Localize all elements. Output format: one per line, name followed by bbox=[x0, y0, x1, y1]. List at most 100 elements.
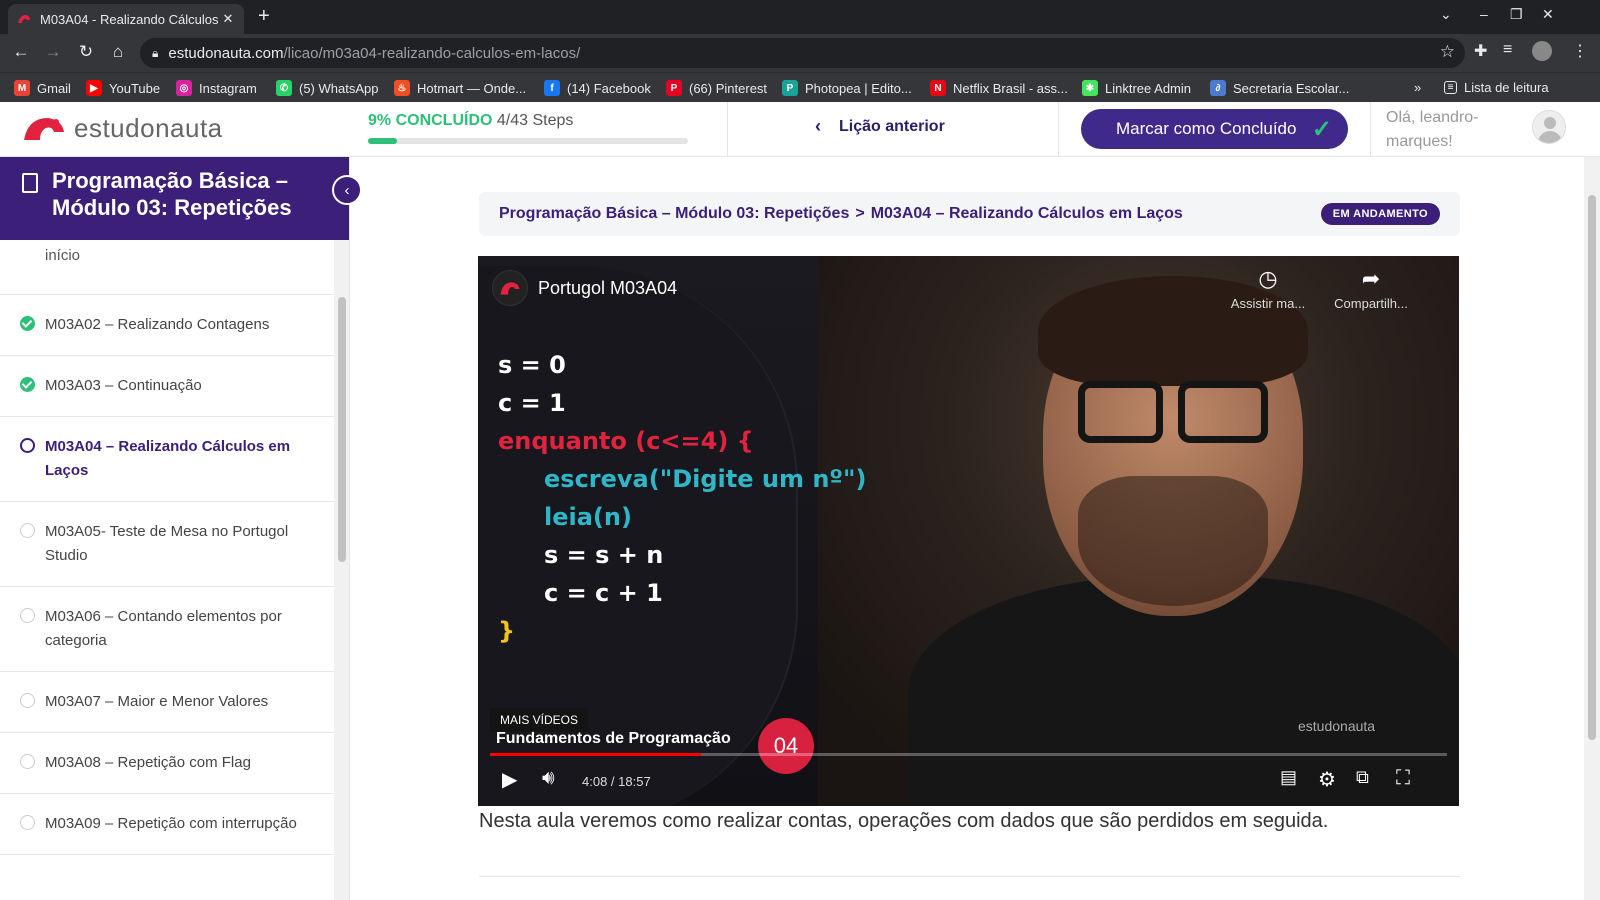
reading-list-icon: ≡ bbox=[1444, 81, 1457, 94]
tab-search-icon[interactable]: ⌄ bbox=[1440, 6, 1452, 23]
more-videos-button[interactable]: MAIS VÍDEOS bbox=[490, 708, 589, 732]
bookmark-star-icon[interactable]: ☆ bbox=[1440, 42, 1455, 62]
lesson-item[interactable]: M03A04 – Realizando Cálculos em Laços bbox=[0, 417, 334, 502]
reading-list-button[interactable]: ≡ Lista de leitura bbox=[1444, 80, 1549, 95]
progress-bar bbox=[368, 138, 688, 144]
channel-avatar[interactable] bbox=[492, 270, 528, 306]
media-control-icon[interactable]: ≡ bbox=[1503, 41, 1512, 59]
bookmark-label: (14) Facebook bbox=[567, 80, 651, 96]
bookmark-item[interactable]: ▶ YouTube bbox=[86, 80, 160, 96]
lesson-item[interactable]: M03A05- Teste de Mesa no Portugol Studio bbox=[0, 502, 334, 587]
lesson-item-partial[interactable]: início bbox=[0, 240, 334, 295]
bookmark-item[interactable]: ✆ (5) WhatsApp bbox=[276, 80, 378, 96]
user-avatar[interactable] bbox=[1532, 110, 1566, 144]
estudonauta-logo[interactable]: estudonauta bbox=[20, 112, 223, 144]
mark-complete-button[interactable]: Marcar como Concluído ✓ bbox=[1081, 109, 1348, 149]
module-title[interactable]: Programação Básica – Módulo 03: Repetiçõ… bbox=[52, 167, 322, 221]
fullscreen-icon[interactable]: ⛶ bbox=[1396, 767, 1410, 790]
extensions-icon[interactable]: ✚ bbox=[1474, 41, 1487, 61]
bookmark-item[interactable]: ◎ Instagram bbox=[176, 80, 257, 96]
back-icon[interactable]: ← bbox=[10, 42, 32, 62]
volume-icon[interactable]: 🔊︎ bbox=[542, 767, 555, 790]
browser-tab-strip: M03A04 - Realizando Cálculos ✕ + ⌄ – ❐ ✕ bbox=[0, 0, 1600, 34]
video-presenter-glasses bbox=[1178, 381, 1268, 443]
new-tab-button[interactable]: + bbox=[258, 5, 270, 28]
watch-later-button[interactable]: ◷ Assistir ma... bbox=[1223, 266, 1313, 311]
bookmark-item[interactable]: ♨ Hotmart — Onde... bbox=[394, 80, 526, 96]
share-icon: ➦ bbox=[1361, 266, 1381, 291]
breadcrumb-separator: > bbox=[855, 205, 865, 222]
bookmark-favicon-icon: N bbox=[930, 80, 946, 96]
code-line: c = 1 bbox=[498, 389, 566, 417]
maximize-icon[interactable]: ❐ bbox=[1510, 6, 1523, 23]
code-line: escreva("Digite um nº") bbox=[544, 465, 867, 493]
lesson-label: M03A09 – Repetição com interrupção bbox=[45, 815, 297, 832]
bookmark-favicon-icon: ♨ bbox=[394, 80, 410, 96]
browser-tab[interactable]: M03A04 - Realizando Cálculos ✕ bbox=[8, 4, 244, 34]
lesson-item[interactable]: M03A03 – Continuação bbox=[0, 356, 334, 417]
previous-lesson-link[interactable]: ‹ Lição anterior bbox=[815, 116, 945, 137]
lesson-item[interactable]: M03A06 – Contando elementos por categori… bbox=[0, 587, 334, 672]
previous-lesson-label: Lição anterior bbox=[839, 117, 945, 135]
status-circle-icon bbox=[20, 523, 35, 538]
lesson-item[interactable]: M03A02 – Realizando Contagens bbox=[0, 295, 334, 356]
share-label: Compartilh... bbox=[1334, 296, 1408, 311]
url-path: /licao/m03a04-realizando-calculos-em-lac… bbox=[283, 44, 581, 62]
reload-icon[interactable]: ↻ bbox=[75, 42, 97, 62]
bookmark-item[interactable]: N Netflix Brasil - ass... bbox=[930, 80, 1068, 96]
user-greeting: Olá, leandro-marques! bbox=[1386, 109, 1479, 150]
code-snippet: s = 0 c = 1 enquanto (c<=4) { escreva("D… bbox=[498, 346, 866, 650]
bookmark-favicon-icon: M bbox=[14, 80, 30, 96]
lesson-label: M03A06 – Contando elementos por categori… bbox=[45, 608, 282, 649]
bookmark-item[interactable]: P Photopea | Edito... bbox=[782, 80, 912, 96]
bookmarks-bar: M Gmail ▶ YouTube ◎ Instagram ✆ (5) WhatsApp ♨ Ho… bbox=[0, 72, 1600, 102]
minimize-icon[interactable]: – bbox=[1480, 6, 1488, 22]
lesson-sidebar: Programação Básica – Módulo 03: Repetiçõ… bbox=[0, 157, 350, 900]
code-line: leia(n) bbox=[544, 503, 632, 531]
video-time: 4:08 / 18:57 bbox=[582, 774, 651, 789]
bookmark-item[interactable]: ∂ Secretaria Escolar... bbox=[1210, 80, 1349, 96]
settings-gear-icon[interactable]: ⚙ bbox=[1318, 767, 1336, 792]
forward-icon[interactable]: → bbox=[42, 42, 64, 62]
lesson-item[interactable]: M03A08 – Repetição com Flag bbox=[0, 733, 334, 794]
bookmarks-overflow-icon[interactable]: » bbox=[1414, 80, 1421, 95]
subtitles-icon[interactable]: ▤ bbox=[1280, 767, 1297, 788]
watch-later-label: Assistir ma... bbox=[1230, 296, 1306, 311]
bookmark-favicon-icon: ∂ bbox=[1210, 80, 1226, 96]
menu-dots-icon[interactable]: ⋮ bbox=[1572, 41, 1588, 61]
status-circle-icon bbox=[20, 693, 35, 708]
tab-close-icon[interactable]: ✕ bbox=[220, 11, 236, 27]
video-title[interactable]: Portugol M03A04 bbox=[538, 278, 677, 299]
breadcrumb-lesson[interactable]: M03A04 – Realizando Cálculos em Laços bbox=[871, 205, 1183, 223]
divider bbox=[1058, 102, 1059, 157]
progress-steps: 4/43 Steps bbox=[496, 112, 574, 129]
bookmark-label: Gmail bbox=[37, 80, 71, 96]
bookmark-label: Hotmart — Onde... bbox=[417, 80, 527, 96]
bookmark-favicon-icon: ◎ bbox=[176, 80, 192, 96]
bookmark-favicon-icon: ✱ bbox=[1082, 80, 1098, 96]
lesson-item[interactable]: M03A09 – Repetição com interrupção bbox=[0, 794, 334, 855]
bookmark-item[interactable]: M Gmail bbox=[14, 80, 71, 96]
bookmark-item[interactable]: P (66) Pinterest bbox=[666, 80, 767, 96]
lesson-item[interactable]: M03A07 – Maior e Menor Valores bbox=[0, 672, 334, 733]
lesson-label: M03A02 – Realizando Contagens bbox=[45, 316, 270, 333]
video-seek-bar[interactable] bbox=[490, 753, 1447, 756]
home-icon[interactable]: ⌂ bbox=[107, 42, 129, 62]
video-player[interactable]: Portugol M03A04 ◷ Assistir ma... ➦ Compa… bbox=[478, 256, 1459, 806]
address-bar[interactable]: 🔒︎ estudonauta.com/licao/m03a04-realizan… bbox=[140, 38, 1465, 68]
play-icon[interactable]: ▶ bbox=[502, 767, 517, 792]
bookmark-item[interactable]: f (14) Facebook bbox=[544, 80, 651, 96]
page-scrollbar-thumb[interactable] bbox=[1588, 195, 1596, 740]
share-button[interactable]: ➦ Compartilh... bbox=[1326, 266, 1416, 311]
sidebar-scrollbar-thumb[interactable] bbox=[338, 297, 346, 562]
profile-avatar-icon[interactable] bbox=[1532, 41, 1552, 61]
bookmark-item[interactable]: ✱ Linktree Admin bbox=[1082, 80, 1191, 96]
collapse-sidebar-button[interactable]: ‹ bbox=[332, 175, 362, 205]
divider bbox=[727, 102, 728, 157]
bookmark-label: Photopea | Edito... bbox=[805, 80, 912, 96]
bookmark-label: Secretaria Escolar... bbox=[1233, 80, 1350, 96]
breadcrumb-course[interactable]: Programação Básica – Módulo 03: Repetiçõ… bbox=[499, 205, 849, 223]
logo-text: estudonauta bbox=[74, 112, 223, 143]
close-window-icon[interactable]: ✕ bbox=[1542, 6, 1554, 23]
cast-icon[interactable]: ⧉ bbox=[1356, 767, 1369, 788]
